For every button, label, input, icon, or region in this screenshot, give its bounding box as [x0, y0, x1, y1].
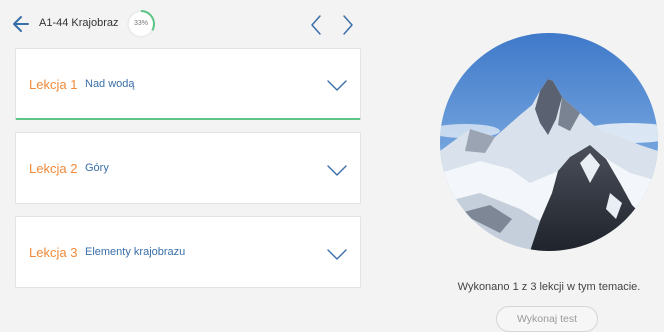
lesson-card-3[interactable]: Lekcja 3 Elementy krajobrazu	[15, 216, 361, 288]
lesson-number: Lekcja 1	[29, 77, 78, 92]
take-test-button[interactable]: Wykonaj test	[496, 306, 598, 332]
lesson-name: Elementy krajobrazu	[85, 246, 186, 258]
lesson-card-1[interactable]: Lekcja 1 Nad wodą	[15, 48, 361, 120]
topic-header: A1-44 Krajobraz 33%	[0, 0, 370, 48]
completion-status: Wykonano 1 z 3 lekcji w tym temacie.	[457, 281, 641, 293]
chevron-down-icon[interactable]	[327, 249, 347, 261]
lesson-card-2[interactable]: Lekcja 2 Góry	[15, 132, 361, 204]
chevron-left-icon[interactable]	[308, 14, 324, 36]
lesson-name: Góry	[85, 162, 109, 174]
topic-title: A1-44 Krajobraz	[39, 17, 119, 29]
chevron-down-icon[interactable]	[327, 80, 347, 92]
lesson-number: Lekcja 3	[29, 245, 78, 260]
arrow-left-icon[interactable]	[12, 14, 30, 34]
topic-image	[440, 33, 658, 251]
chevron-right-icon[interactable]	[340, 14, 356, 36]
lesson-number: Lekcja 2	[29, 161, 78, 176]
chevron-down-icon[interactable]	[327, 165, 347, 177]
lesson-name: Nad wodą	[85, 78, 135, 90]
progress-percent: 33%	[133, 20, 148, 27]
